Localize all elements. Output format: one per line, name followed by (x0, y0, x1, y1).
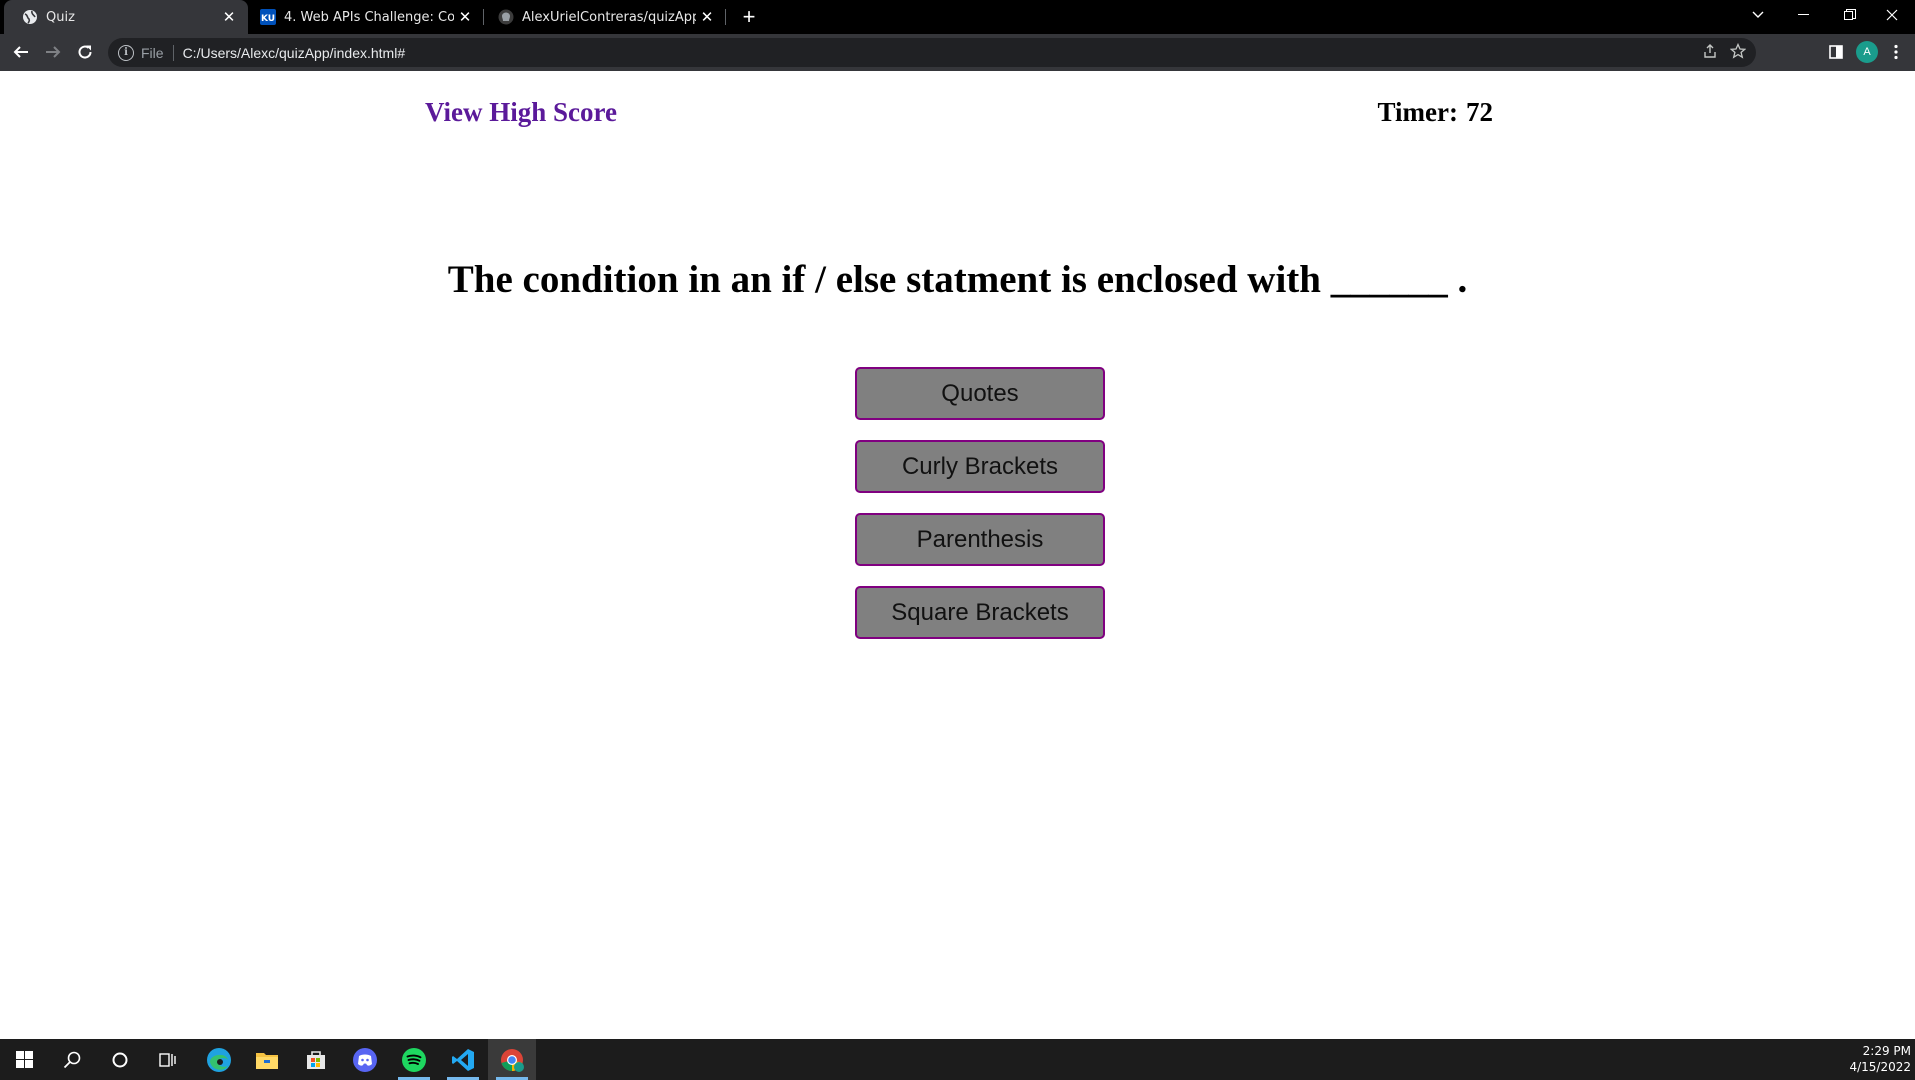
vscode-icon[interactable] (439, 1039, 487, 1080)
chrome-icon[interactable] (488, 1039, 536, 1080)
answer-button-quotes[interactable]: Quotes (855, 367, 1105, 420)
ku-icon: KU (260, 9, 276, 25)
back-icon[interactable] (6, 38, 36, 66)
tab-web-apis-challenge[interactable]: KU 4. Web APIs Challenge: Code Qui ✕ (248, 0, 484, 34)
spotify-icon[interactable] (390, 1039, 438, 1080)
task-view-icon[interactable] (144, 1039, 192, 1080)
close-tab-icon[interactable]: ✕ (696, 6, 718, 28)
search-icon[interactable] (48, 1039, 96, 1080)
timer-value: 72 (1466, 97, 1493, 127)
discord-icon[interactable] (341, 1039, 389, 1080)
clock-date: 4/15/2022 (1849, 1060, 1911, 1074)
tab-github-quizapp[interactable]: AlexUrielContreras/quizApp ✕ (484, 0, 726, 34)
profile-avatar[interactable]: A (1853, 38, 1881, 66)
address-url[interactable]: C:/Users/Alexc/quizApp/index.html# (183, 45, 406, 61)
answer-button-square-brackets[interactable]: Square Brackets (855, 586, 1105, 639)
answer-button-curly-brackets[interactable]: Curly Brackets (855, 440, 1105, 493)
bookmark-star-icon[interactable] (1729, 42, 1747, 63)
quiz-page: View High Score Timer: 72 The condition i… (0, 71, 1915, 1039)
close-tab-icon[interactable]: ✕ (218, 6, 240, 28)
tab-title: 4. Web APIs Challenge: Code Qui (284, 9, 454, 25)
site-info-icon[interactable]: i (118, 44, 134, 61)
close-tab-icon[interactable]: ✕ (454, 6, 476, 28)
address-scheme: File (141, 44, 164, 61)
reload-icon[interactable] (70, 38, 100, 66)
file-explorer-icon[interactable] (243, 1039, 291, 1080)
answer-list: Quotes Curly Brackets Parenthesis Square… (855, 367, 1105, 659)
new-tab-button[interactable]: + (736, 4, 762, 30)
ku-badge-text: KU (261, 14, 275, 24)
question-text: The condition in an if / else statment i… (447, 258, 1468, 301)
timer-label: Timer: (1377, 97, 1458, 127)
windows-start-icon[interactable] (0, 1039, 48, 1080)
cortana-icon[interactable] (96, 1039, 144, 1080)
view-high-score-link[interactable]: View High Score (425, 97, 617, 128)
browser-toolbar: i File C:/Users/Alexc/quizApp/index.html… (0, 34, 1915, 71)
menu-kebab-icon[interactable] (1884, 38, 1908, 66)
clock-time: 2:29 PM (1862, 1044, 1911, 1058)
tab-quiz[interactable]: Quiz ✕ (4, 0, 248, 34)
windows-taskbar: 2:29 PM 4/15/2022 (0, 1039, 1915, 1080)
tab-strip: Quiz ✕ KU 4. Web APIs Challenge: Code Qu… (0, 0, 1915, 34)
system-clock[interactable]: 2:29 PM 4/15/2022 (1849, 1043, 1911, 1075)
globe-icon (22, 9, 38, 25)
tab-title: Quiz (46, 9, 75, 25)
timer: Timer: 72 (1378, 97, 1493, 128)
forward-icon[interactable] (38, 38, 68, 66)
tab-title: AlexUrielContreras/quizApp (522, 9, 696, 25)
restore-icon[interactable] (1827, 0, 1873, 30)
edge-icon[interactable] (195, 1039, 243, 1080)
github-icon (498, 9, 514, 25)
side-panel-icon[interactable] (1822, 38, 1850, 66)
profile-initial: A (1856, 41, 1878, 63)
store-icon[interactable] (292, 1039, 340, 1080)
minimize-icon[interactable] (1781, 0, 1827, 30)
close-window-icon[interactable] (1869, 0, 1915, 30)
answer-button-parenthesis[interactable]: Parenthesis (855, 513, 1105, 566)
address-bar[interactable]: i File C:/Users/Alexc/quizApp/index.html… (108, 38, 1756, 67)
share-icon[interactable] (1702, 43, 1718, 63)
tab-search-chevron-icon[interactable] (1735, 0, 1781, 30)
